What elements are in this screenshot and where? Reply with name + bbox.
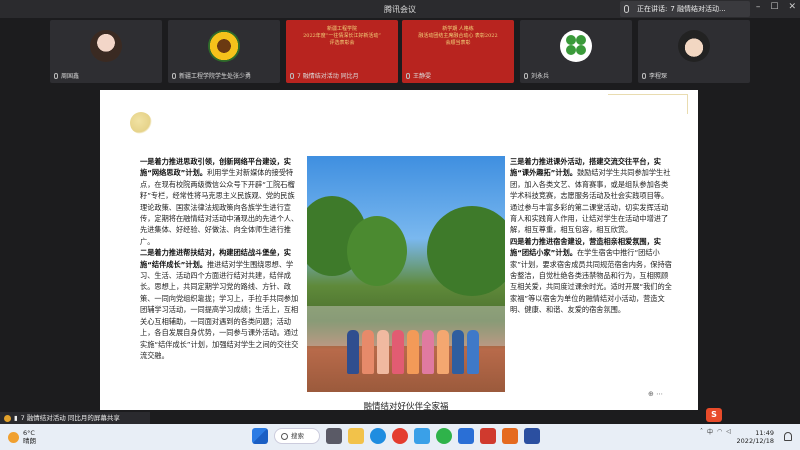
- title-bar: 腾讯会议 正在讲话: 7 融情结对活动... – ☐ ✕: [0, 0, 800, 18]
- sunflower-avatar: [208, 30, 240, 62]
- wechat-icon[interactable]: [436, 428, 452, 444]
- participant-name: 刘永兵: [531, 73, 550, 80]
- sun-icon: [8, 431, 19, 443]
- mic-icon: [172, 72, 176, 79]
- poster-line: 新疆工程学院: [326, 26, 357, 32]
- decoration-circle: [130, 112, 152, 134]
- taskbar-apps: 搜索: [252, 428, 540, 444]
- sogou-ime-icon[interactable]: S: [706, 408, 722, 422]
- edge-icon[interactable]: [370, 428, 386, 444]
- mic-icon: [54, 72, 58, 79]
- clock[interactable]: 11:49 2022/12/18: [737, 429, 774, 445]
- weather-widget[interactable]: 6°C 晴朗: [8, 429, 36, 445]
- start-icon[interactable]: [252, 428, 268, 444]
- decoration-lines: [608, 94, 688, 114]
- paragraph-text: 在学生宿舍中推行“团结小家”计划，要求宿舍成员共同规范宿舍内务，保持宿舍整洁，自…: [510, 248, 672, 315]
- media-icon[interactable]: [502, 428, 518, 444]
- tencent-meeting-icon[interactable]: [458, 428, 474, 444]
- paragraph-text: 利用学生对新媒体的接受特点，在现有校院两级微信公众号下开辟“工院石榴籽”专栏，经…: [140, 168, 299, 246]
- mic-icon: [642, 72, 646, 79]
- poster-line: 2022年度“一往情深长江好新活动”: [303, 33, 381, 39]
- close-icon[interactable]: ✕: [788, 2, 796, 12]
- speaking-name: 7 融情结对活动...: [670, 5, 726, 13]
- chevron-up-icon[interactable]: ˄: [700, 428, 703, 435]
- participant-name: 7 融情结对活动 同比月: [297, 73, 359, 80]
- speaking-indicator[interactable]: 正在讲话: 7 融情结对活动...: [620, 1, 750, 17]
- window-controls: – ☐ ✕: [756, 2, 796, 12]
- participant-tile[interactable]: 新疆工程学院 2022年度“一往情深长江好新活动” 评选表彰会 7 融情结对活动…: [286, 20, 398, 83]
- participant-name: 周国鑫: [61, 73, 80, 80]
- chrome-icon[interactable]: [392, 428, 408, 444]
- app-icon[interactable]: [414, 428, 430, 444]
- notification-icon[interactable]: [784, 432, 792, 441]
- photo-caption: 融情结对好伙伴全家福: [363, 402, 449, 412]
- volume-icon[interactable]: ◁: [726, 428, 731, 435]
- cartoon-avatar: [678, 30, 710, 62]
- poster-line: 会顺当表彰: [445, 40, 471, 46]
- avatar: [90, 30, 122, 62]
- weather-temp: 6°C: [23, 429, 35, 437]
- participant-strip: 周国鑫 新疆工程学院学生处张少勇 新疆工程学院 2022年度“一往情深长江好新活…: [0, 18, 800, 88]
- participant-tile[interactable]: 新疆工程学院学生处张少勇: [168, 20, 280, 83]
- paragraph-text: 推进结对学生围绕思想、学习、生活、活动四个方面进行结对共建，结伴成长。思想上，共…: [140, 259, 299, 360]
- participant-name: 李程琛: [649, 73, 668, 80]
- share-icon: [4, 414, 11, 422]
- speaking-prefix: 正在讲话:: [637, 5, 668, 13]
- ime-indicator[interactable]: 中: [707, 427, 713, 436]
- task-view-icon[interactable]: [326, 428, 342, 444]
- wifi-icon[interactable]: ◠: [717, 428, 722, 435]
- participant-tile[interactable]: 刘永兵: [520, 20, 632, 83]
- screen-share-label: ▮ 7 融情结对活动 同比月的屏幕共享: [0, 412, 150, 424]
- mic-icon: [406, 72, 410, 79]
- weather-desc: 晴朗: [23, 437, 36, 445]
- group-photo: [307, 156, 505, 392]
- shared-screen: 一是着力推进思政引领，创新网络平台建设，实施“网络思政”计划。利用学生对新媒体的…: [100, 90, 698, 412]
- document-left-column: 一是着力推进思政引领，创新网络平台建设，实施“网络思政”计划。利用学生对新媒体的…: [140, 156, 300, 361]
- mic-icon: [624, 5, 629, 13]
- poster-line: 融活动团结主席融合动心 表彰2022: [418, 33, 498, 39]
- zoom-icon[interactable]: ⊕: [648, 390, 654, 398]
- taskbar: 6°C 晴朗 搜索 ˄ 中 ◠ ◁ 11:49 2022/12/18: [0, 424, 800, 450]
- paragraph-text: 鼓励结对学生共同参加学生社团，加入各类文艺、体育赛事，或是组队参加各类学术科技竞…: [510, 168, 671, 235]
- stage-tools[interactable]: ⊕ ⋯: [648, 390, 663, 398]
- clover-avatar: [560, 30, 592, 62]
- participant-tile[interactable]: 新学期 人格练 融活动团结主席融合动心 表彰2022 会顺当表彰 王静雯: [402, 20, 514, 83]
- folder-icon[interactable]: [348, 428, 364, 444]
- system-tray: ˄ 中 ◠ ◁: [700, 427, 731, 436]
- clock-time: 11:49: [755, 429, 774, 437]
- document-right-column: 三是着力推进课外活动，搭建交流交往平台，实施“课外趣拓”计划。鼓励结对学生共同参…: [510, 156, 672, 316]
- maximize-icon[interactable]: ☐: [770, 2, 778, 12]
- share-text: 7 融情结对活动 同比月的屏幕共享: [20, 414, 120, 422]
- search-box[interactable]: 搜索: [274, 428, 320, 444]
- minimize-icon[interactable]: –: [756, 2, 761, 12]
- participant-name: 王静雯: [413, 73, 432, 80]
- mic-icon: [290, 72, 294, 79]
- mic-icon: ▮: [14, 414, 18, 422]
- app-icon[interactable]: [524, 428, 540, 444]
- more-icon[interactable]: ⋯: [656, 390, 663, 398]
- wps-icon[interactable]: [480, 428, 496, 444]
- participant-name: 新疆工程学院学生处张少勇: [179, 73, 252, 80]
- poster-line: 新学期 人格练: [442, 26, 474, 32]
- clock-date: 2022/12/18: [736, 437, 774, 445]
- participant-tile[interactable]: 周国鑫: [50, 20, 162, 83]
- participant-tile[interactable]: 李程琛: [638, 20, 750, 83]
- mic-icon: [524, 72, 528, 79]
- poster-line: 评选表彰会: [329, 40, 355, 46]
